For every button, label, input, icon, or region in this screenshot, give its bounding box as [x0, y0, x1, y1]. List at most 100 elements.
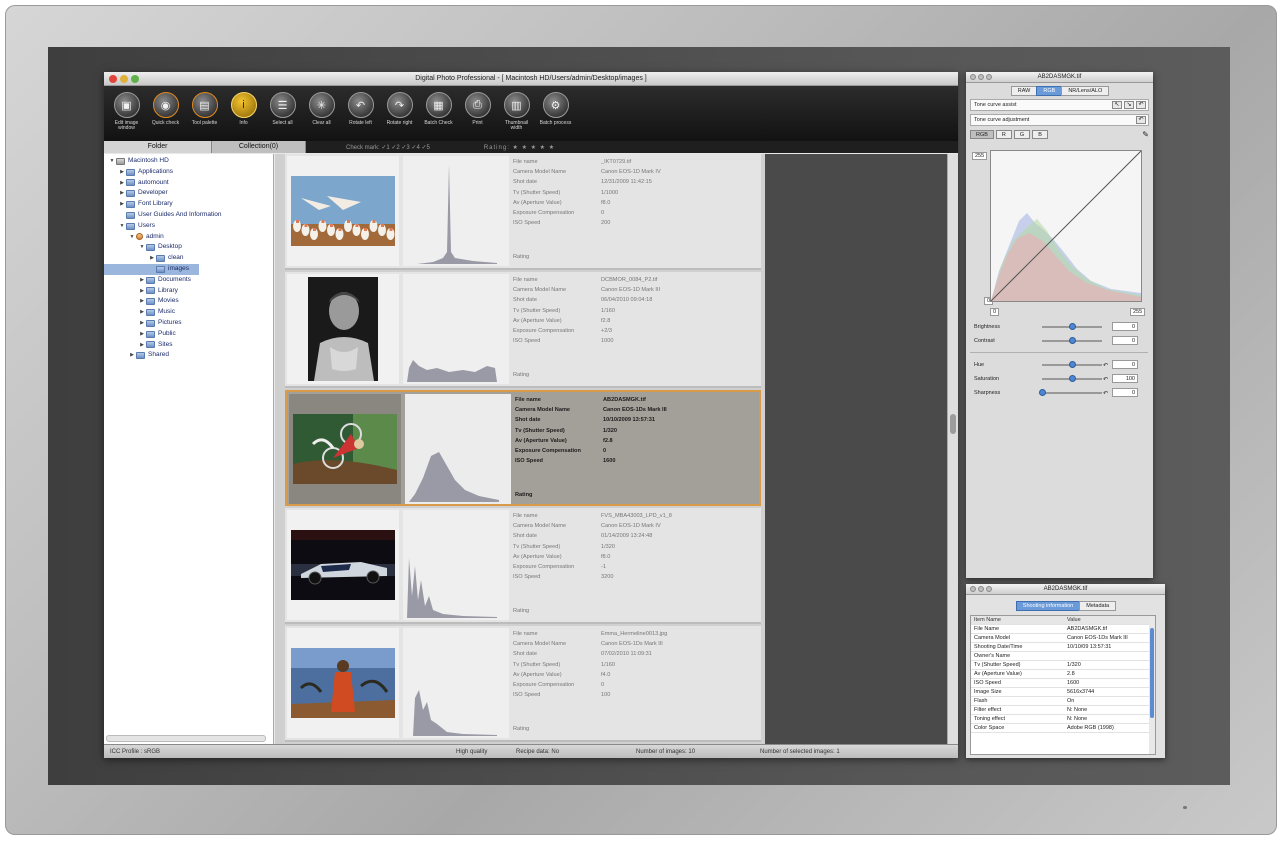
- rating-label[interactable]: Rating: [513, 726, 529, 732]
- disclosure-closed-icon[interactable]: ▶: [138, 296, 146, 307]
- thumbnail-cell[interactable]: [287, 274, 399, 384]
- check-mark-filter[interactable]: Check mark: ✓1 ✓2 ✓3 ✓4 ✓5: [346, 144, 430, 151]
- toolbar-button-quick-check[interactable]: ◉ Quick check: [148, 86, 183, 141]
- info-tab-metadata[interactable]: Metadata: [1079, 601, 1117, 611]
- tree-node[interactable]: ▶ clean: [104, 253, 273, 264]
- minimize-window-button[interactable]: [120, 75, 128, 83]
- thumbnail-cell[interactable]: [289, 394, 401, 504]
- disclosure-closed-icon[interactable]: ▶: [118, 199, 126, 210]
- disclosure-closed-icon[interactable]: ▶: [118, 167, 126, 178]
- info-minimize-button[interactable]: [978, 586, 984, 592]
- tree-node[interactable]: ▶ automount: [104, 178, 273, 189]
- toolbar-button-rotate-left[interactable]: ↶ Rotate left: [343, 86, 378, 141]
- slider-knob[interactable]: [1069, 323, 1076, 330]
- tree-horizontal-scrollbar[interactable]: [106, 735, 266, 742]
- disclosure-closed-icon[interactable]: ▶: [138, 275, 146, 286]
- info-table-row[interactable]: Owner's Name: [971, 652, 1155, 661]
- toolbar-button-edit-window[interactable]: ▣ Edit image window: [109, 86, 144, 141]
- info-scrollbar[interactable]: [1149, 616, 1155, 754]
- eyedropper-icon[interactable]: ✎: [1142, 130, 1149, 139]
- window-titlebar[interactable]: Digital Photo Professional - [ Macintosh…: [104, 72, 958, 86]
- tree-node[interactable]: ▼ Macintosh HD: [104, 156, 273, 167]
- rating-label[interactable]: Rating: [513, 372, 529, 378]
- close-window-button[interactable]: [109, 75, 117, 83]
- tone-curve-graph[interactable]: [990, 150, 1142, 302]
- tree-node[interactable]: ▶ Library: [104, 286, 273, 297]
- palette-zoom-button[interactable]: [986, 74, 992, 80]
- tree-node[interactable]: ▶ Shared: [104, 350, 273, 361]
- thumbnail-cell[interactable]: [287, 628, 399, 738]
- palette-minimize-button[interactable]: [978, 74, 984, 80]
- toolbar-button-print[interactable]: ⎙ Print: [460, 86, 495, 141]
- toolbar-button-select-all[interactable]: ☰ Select all: [265, 86, 300, 141]
- slider-value-field[interactable]: 0: [1112, 336, 1138, 345]
- tree-node[interactable]: ▶ Applications: [104, 167, 273, 178]
- info-table-row[interactable]: Color Space Adobe RGB (1998): [971, 724, 1155, 733]
- rating-filter[interactable]: Rating: ★ ★ ★ ★ ★: [484, 144, 555, 151]
- scroll-thumb[interactable]: [950, 414, 956, 434]
- info-table-row[interactable]: Toning effect N: None: [971, 715, 1155, 724]
- image-row[interactable]: File name Emma_Hermeline0013.jpg Camera Mo…: [285, 626, 761, 742]
- rating-label[interactable]: Rating: [513, 608, 529, 614]
- info-table-row[interactable]: File Name AB2DASMGK.tif: [971, 625, 1155, 634]
- toolbar-button-tool-palette[interactable]: ▤ Tool palette: [187, 86, 222, 141]
- channel-tab-rgb[interactable]: RGB: [970, 130, 994, 139]
- info-table-row[interactable]: Av (Aperture Value) 2.8: [971, 670, 1155, 679]
- toolbar-button-rotate-right[interactable]: ↷ Rotate right: [382, 86, 417, 141]
- disclosure-closed-icon[interactable]: ▶: [138, 340, 146, 351]
- tree-node[interactable]: ▼ Desktop: [104, 242, 273, 253]
- tree-node[interactable]: ▶ Movies: [104, 296, 273, 307]
- palette-tab-rgb[interactable]: RGB: [1036, 86, 1063, 96]
- slider-value-field[interactable]: 0: [1112, 388, 1138, 397]
- tab-collection[interactable]: Collection(0): [212, 141, 306, 153]
- slider-reset-icon[interactable]: ↶: [1103, 361, 1108, 371]
- thumbnail-cell[interactable]: [287, 156, 399, 266]
- tone-adjust-reset-button[interactable]: ↶: [1136, 116, 1146, 124]
- disclosure-closed-icon[interactable]: ▶: [118, 178, 126, 189]
- curve-assist-apply-button[interactable]: ↘: [1124, 101, 1134, 109]
- tree-node[interactable]: ▶ Developer: [104, 188, 273, 199]
- slider-value-field[interactable]: 0: [1112, 360, 1138, 369]
- palette-tab-raw[interactable]: RAW: [1010, 86, 1038, 96]
- thumbnail-person[interactable]: [291, 648, 395, 718]
- column-header-item[interactable]: Item Name: [974, 616, 1001, 625]
- info-zoom-button[interactable]: [986, 586, 992, 592]
- toolbar-button-batch-process[interactable]: ⚙ Batch process: [538, 86, 573, 141]
- curve-assist-button[interactable]: ↖: [1112, 101, 1122, 109]
- thumbnail-cyclist[interactable]: [293, 414, 397, 484]
- slider-reset-icon[interactable]: ↶: [1103, 389, 1108, 399]
- tree-node[interactable]: ▶ Sites: [104, 340, 273, 351]
- slider-track[interactable]: [1042, 337, 1102, 344]
- tree-node[interactable]: ▼ admin: [104, 232, 273, 243]
- thumbnail-racecar[interactable]: [291, 530, 395, 600]
- info-scroll-thumb[interactable]: [1150, 628, 1154, 718]
- thumbnail-portrait[interactable]: [308, 277, 378, 381]
- info-tab-shooting[interactable]: Shooting information: [1015, 601, 1081, 611]
- toolbar-button-batch-check[interactable]: ▦ Batch Check: [421, 86, 456, 141]
- slider-track[interactable]: [1042, 375, 1102, 382]
- tree-node[interactable]: images: [104, 263, 199, 275]
- column-header-value[interactable]: Value: [1067, 616, 1081, 625]
- disclosure-closed-icon[interactable]: ▶: [118, 188, 126, 199]
- slider-track[interactable]: [1039, 389, 1102, 396]
- channel-tab-b[interactable]: B: [1032, 130, 1048, 139]
- disclosure-open-icon[interactable]: ▼: [138, 242, 146, 253]
- palette-close-button[interactable]: [970, 74, 976, 80]
- tree-node[interactable]: ▶ Pictures: [104, 318, 273, 329]
- thumbnail-birds[interactable]: [291, 176, 395, 246]
- disclosure-open-icon[interactable]: ▼: [108, 156, 116, 167]
- tree-node[interactable]: ▼ Users: [104, 221, 273, 232]
- tool-palette-titlebar[interactable]: AB2DASMGK.tif: [966, 72, 1153, 83]
- channel-tab-g[interactable]: G: [1013, 130, 1031, 139]
- disclosure-closed-icon[interactable]: ▶: [138, 329, 146, 340]
- slider-knob[interactable]: [1069, 375, 1076, 382]
- disclosure-open-icon[interactable]: ▼: [128, 232, 136, 243]
- image-row[interactable]: File name AB2DASMGK.tif Camera Model Name C…: [285, 390, 761, 506]
- zoom-window-button[interactable]: [131, 75, 139, 83]
- slider-track[interactable]: [1042, 323, 1102, 330]
- info-palette-titlebar[interactable]: AB2DASMGK.tif: [966, 584, 1165, 595]
- disclosure-closed-icon[interactable]: ▶: [128, 350, 136, 361]
- tab-folder[interactable]: Folder: [104, 141, 212, 153]
- info-table-row[interactable]: Flash On: [971, 697, 1155, 706]
- slider-knob[interactable]: [1069, 337, 1076, 344]
